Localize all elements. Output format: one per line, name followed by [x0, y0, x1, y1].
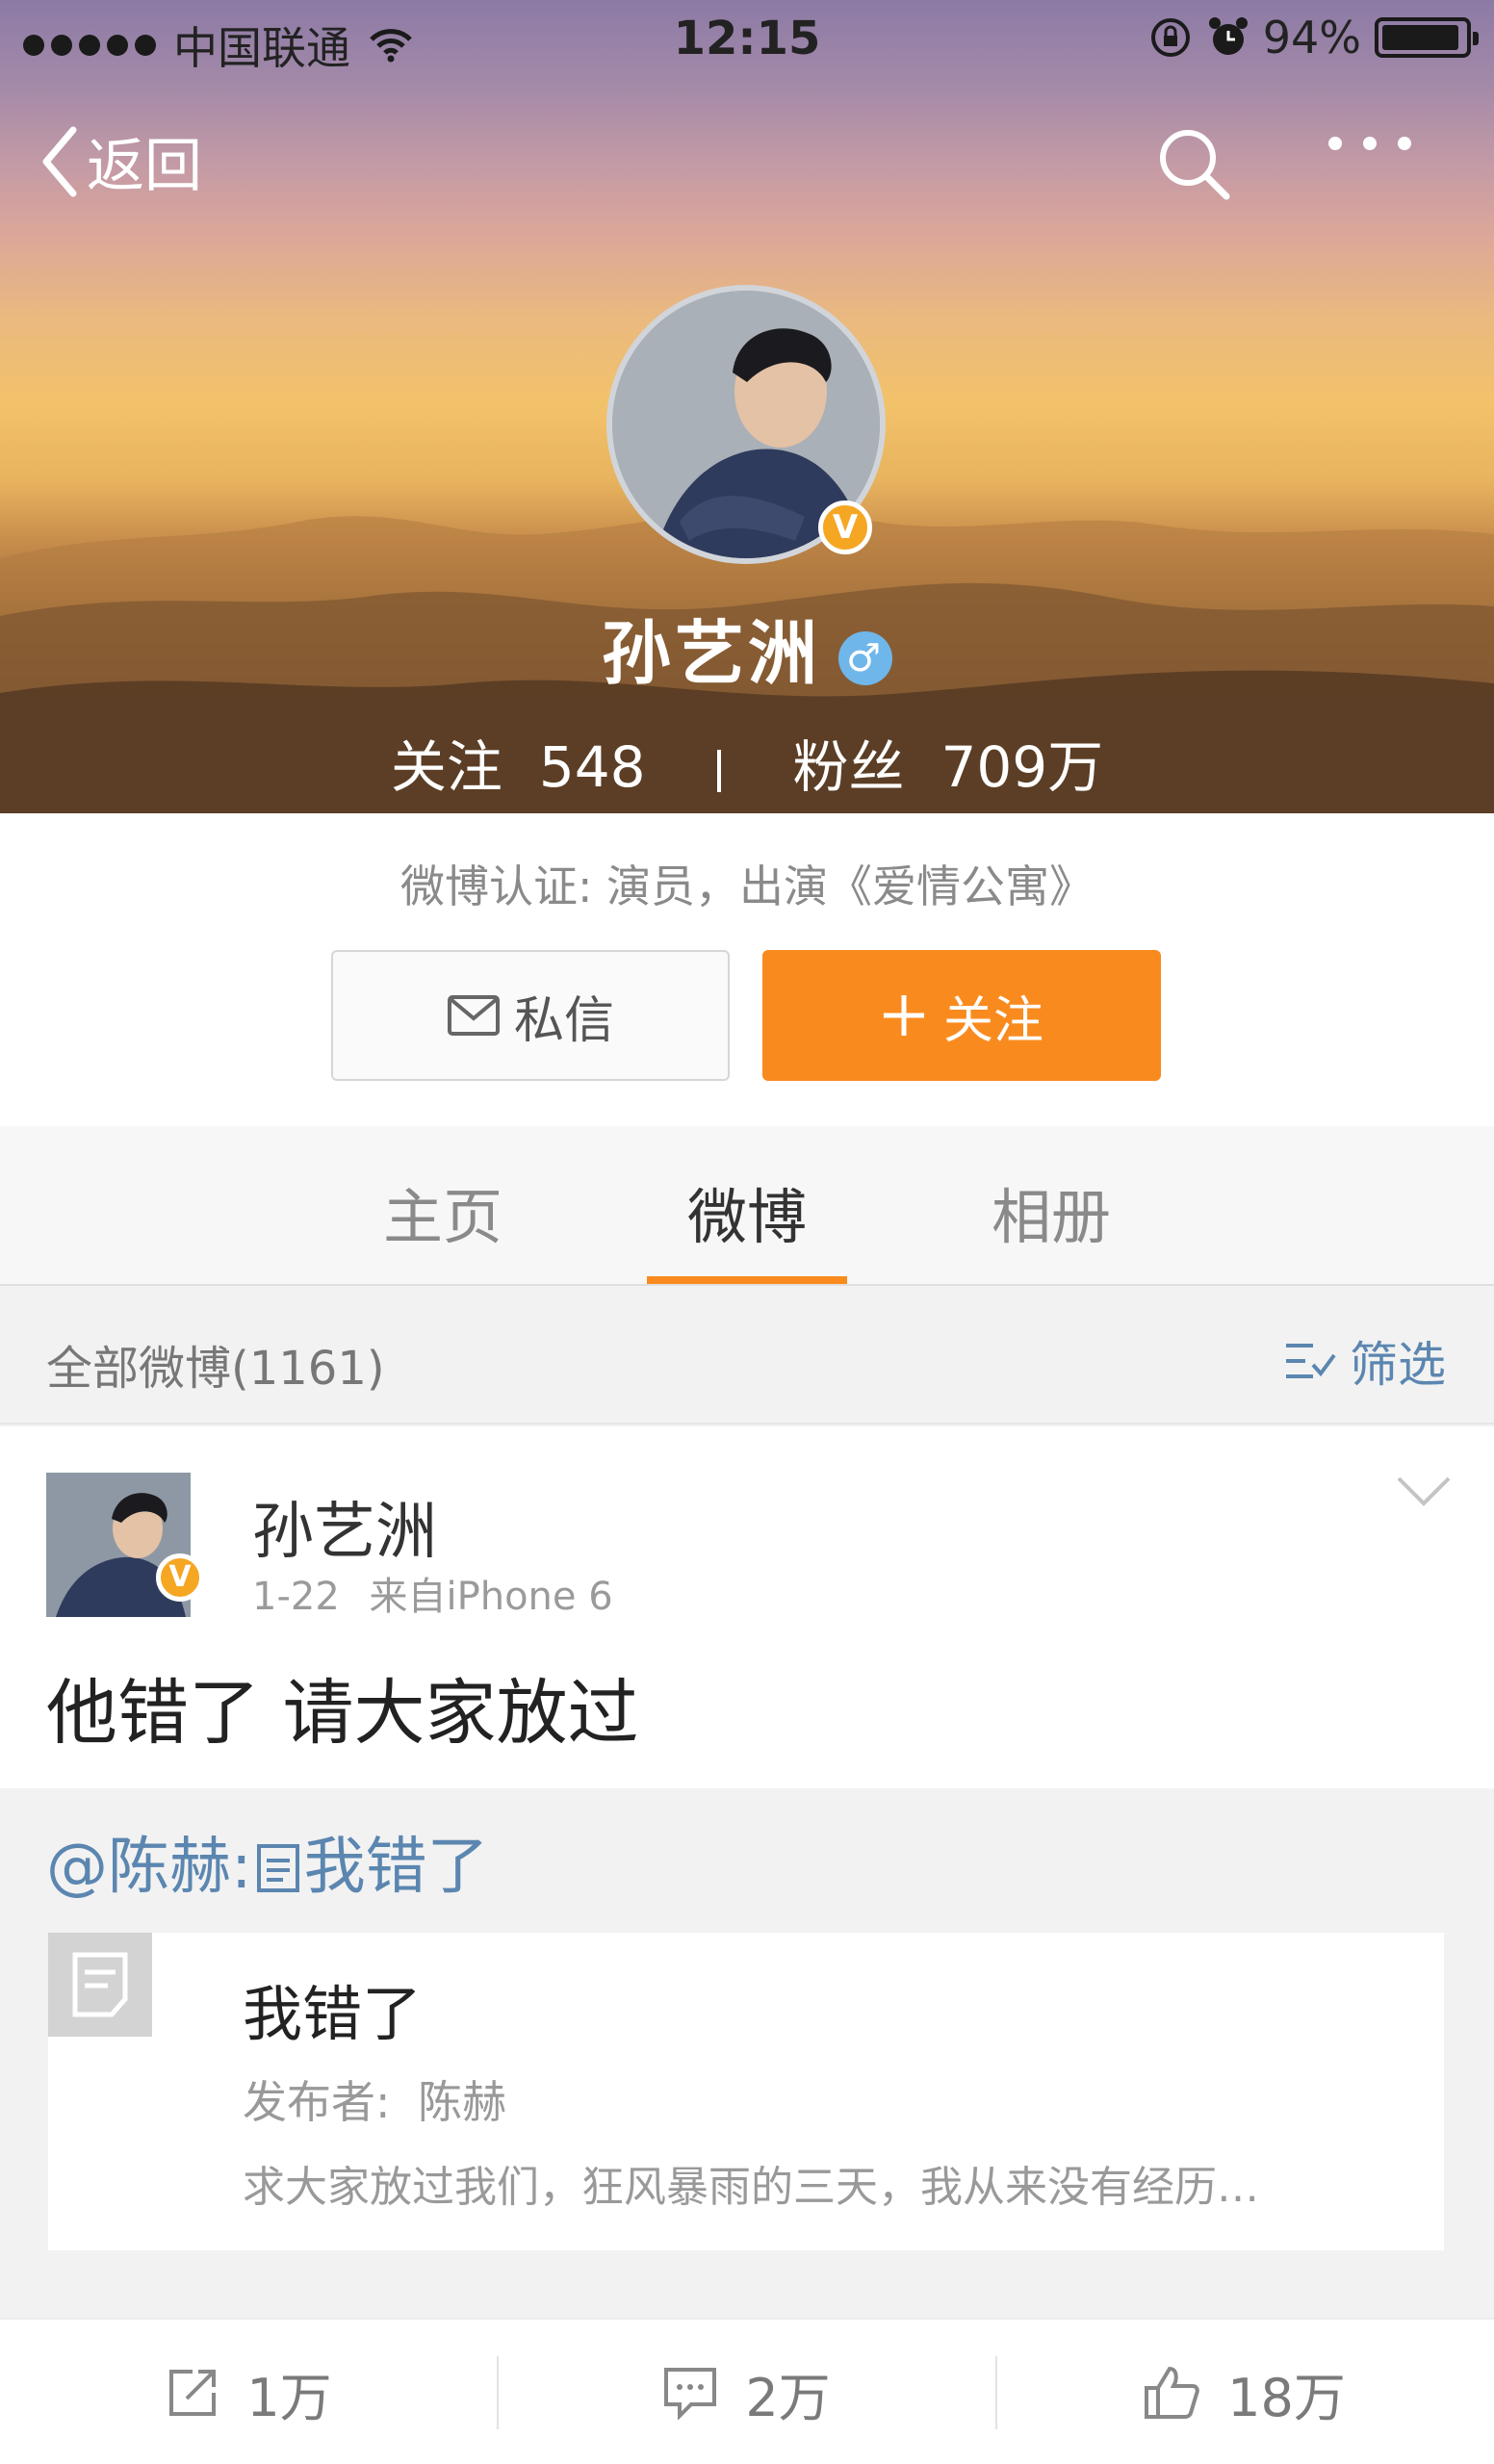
- back-button[interactable]: 返回: [40, 119, 202, 203]
- following-label: 关注: [390, 734, 502, 800]
- followers-count: 709万: [940, 734, 1104, 800]
- repost-icon: [169, 2370, 217, 2416]
- battery-percent: 94%: [1262, 12, 1361, 64]
- article-inline-icon: [256, 1844, 299, 1892]
- alarm-icon: [1208, 17, 1248, 55]
- like-count: 18万: [1227, 2367, 1346, 2428]
- article-author: 发布者: 陈赫: [243, 2067, 506, 2131]
- article-icon: [48, 1933, 152, 2037]
- verification-text: 微博认证: 演员，出演《爱情公寓》: [399, 860, 1095, 912]
- post-card: V 孙艺洲 1-22 来自iPhone 6 他错了 请大家放过 @陈赫: 我错了…: [0, 1426, 1494, 2464]
- follow-button[interactable]: 关注: [762, 950, 1161, 1081]
- filter-bar: 全部微博(1161) 筛选: [0, 1288, 1494, 1424]
- message-button[interactable]: 私信: [331, 950, 730, 1081]
- profile-info: 微博认证: 演员，出演《爱情公寓》 私信 关注: [0, 813, 1494, 1126]
- back-chevron-icon: [42, 126, 77, 196]
- tab-album[interactable]: 相册: [936, 1168, 1167, 1255]
- like-icon: [1145, 2366, 1199, 2419]
- mail-icon: [447, 995, 500, 1036]
- all-posts-count: 全部微博(1161): [46, 1342, 385, 1396]
- post-source: 来自iPhone 6: [369, 1575, 613, 1619]
- comment-count: 2万: [745, 2367, 831, 2428]
- message-label: 私信: [513, 991, 614, 1050]
- article-title: 我错了: [243, 1979, 423, 2049]
- comment-button[interactable]: 2万: [498, 2320, 995, 2464]
- post-date: 1-22: [252, 1575, 340, 1619]
- profile-stats: 关注 548 粉丝 709万: [0, 722, 1494, 803]
- article-author-name: 陈赫: [418, 2076, 507, 2128]
- gender-male-icon: ♂: [838, 631, 892, 686]
- reposted-content[interactable]: @陈赫: 我错了 我错了 发布者: 陈赫 求大家放过我们，狂风暴雨的三天，我从来…: [0, 1788, 1494, 2318]
- tab-home[interactable]: 主页: [327, 1168, 558, 1255]
- following-stat[interactable]: 关注 548: [391, 734, 663, 800]
- active-tab-indicator: [647, 1276, 847, 1284]
- filter-label: 筛选: [1350, 1337, 1446, 1393]
- repost-colon: :: [231, 1832, 252, 1903]
- battery-icon: [1375, 17, 1479, 58]
- chevron-down-icon: [1397, 1476, 1451, 1506]
- post-meta: 1-22 来自iPhone 6: [252, 1565, 613, 1621]
- filter-icon: [1286, 1344, 1336, 1378]
- repost-mention[interactable]: @陈赫: [46, 1832, 231, 1903]
- post-options-button[interactable]: [1396, 1475, 1452, 1511]
- search-icon: [1160, 130, 1230, 200]
- orientation-lock-icon: [1150, 18, 1190, 57]
- post-action-bar: 1万 2万 18万: [0, 2318, 1494, 2464]
- repost-count: 1万: [246, 2367, 332, 2428]
- post-text: 他错了 请大家放过: [46, 1672, 639, 1755]
- search-button[interactable]: [1155, 125, 1234, 208]
- filter-button[interactable]: 筛选: [1284, 1326, 1446, 1396]
- following-count: 548: [538, 734, 646, 800]
- repost-text: 我错了: [303, 1832, 489, 1903]
- comment-icon: [664, 2368, 717, 2420]
- followers-stat[interactable]: 粉丝 709万: [792, 734, 1103, 800]
- back-label: 返回: [87, 133, 202, 200]
- post-verified-badge: V: [156, 1553, 204, 1602]
- article-card[interactable]: 我错了 发布者: 陈赫 求大家放过我们，狂风暴雨的三天，我从来没有经历…: [48, 1933, 1444, 2250]
- profile-tabs: 主页 微博 相册: [0, 1126, 1494, 1286]
- nav-bar: 返回: [0, 96, 1494, 231]
- article-author-label: 发布者:: [243, 2076, 391, 2128]
- repost-button[interactable]: 1万: [0, 2320, 498, 2464]
- more-icon[interactable]: [1328, 137, 1411, 150]
- repost-header: @陈赫: 我错了: [46, 1817, 489, 1906]
- followers-label: 粉丝: [792, 734, 905, 800]
- post-author[interactable]: 孙艺洲: [252, 1482, 437, 1571]
- profile-name-text: 孙艺洲: [601, 613, 821, 694]
- plus-icon: [883, 995, 924, 1036]
- article-summary: 求大家放过我们，狂风暴雨的三天，我从来没有经历…: [243, 2163, 1259, 2212]
- verified-badge: V: [818, 500, 872, 554]
- battery-fill: [1382, 25, 1458, 50]
- profile-name: 孙艺洲 ♂: [0, 597, 1494, 698]
- stats-divider: [717, 749, 721, 792]
- status-bar: 中国联通 12:15 94%: [0, 0, 1494, 77]
- profile-banner: 中国联通 12:15 94% 返回 V 孙艺洲 ♂ 关注 548 粉丝 709万: [0, 0, 1494, 813]
- tab-weibo[interactable]: 微博: [631, 1168, 863, 1255]
- follow-label: 关注: [942, 991, 1043, 1050]
- like-button[interactable]: 18万: [995, 2320, 1493, 2464]
